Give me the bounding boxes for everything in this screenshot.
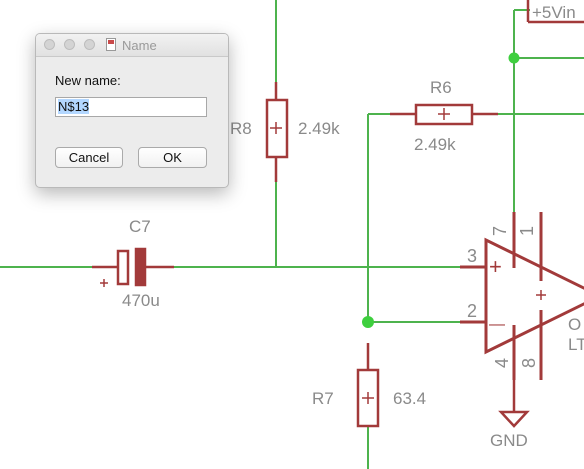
gnd-label: GND [490, 431, 528, 450]
dialog-titlebar[interactable]: Name [36, 34, 228, 57]
resistor-r8[interactable] [265, 82, 289, 182]
opamp-pin-3: 3 [467, 246, 477, 266]
opamp-minus-sign: — [489, 316, 505, 333]
opamp-pin-8: 8 [519, 358, 539, 368]
r8-value-label: 2.49k [298, 119, 340, 138]
junction-power[interactable] [508, 52, 520, 64]
capacitor-c7[interactable] [92, 247, 174, 287]
r6-value-label: 2.49k [414, 135, 456, 154]
new-name-input[interactable]: N$13 [55, 97, 207, 117]
resistor-r7[interactable] [356, 343, 380, 428]
r6-name-label: R6 [430, 78, 452, 97]
opamp-plus-sign: + [489, 254, 502, 279]
c7-name-label: C7 [129, 217, 151, 236]
r7-name-label: R7 [312, 389, 334, 408]
new-name-label: New name: [55, 73, 121, 88]
opamp-label-lt: LT [568, 335, 584, 354]
c7-value-label: 470u [122, 291, 160, 310]
r7-value-label: 63.4 [393, 389, 426, 408]
power-label: +5Vin [532, 3, 576, 22]
gnd-symbol[interactable] [498, 380, 530, 428]
opamp-pin-7: 7 [490, 226, 510, 236]
zoom-window-button[interactable] [84, 39, 95, 50]
junction-inverting[interactable] [362, 316, 374, 328]
opamp-pin-2: 2 [467, 301, 477, 321]
resistor-r6[interactable] [390, 103, 498, 126]
cancel-button[interactable]: Cancel [55, 147, 123, 168]
r8-name-label: R8 [230, 119, 252, 138]
rename-dialog[interactable]: Name New name: N$13 Cancel OK [35, 33, 229, 188]
ok-button[interactable]: OK [138, 147, 207, 168]
opamp-pin-1: 1 [517, 226, 537, 236]
opamp-pin-4: 4 [492, 358, 512, 368]
opamp-center-cross [536, 290, 546, 300]
selected-name-text: N$13 [58, 99, 90, 114]
dialog-title: Name [122, 38, 157, 53]
opamp-label-o: O [568, 315, 581, 334]
close-window-button[interactable] [44, 39, 55, 50]
document-icon [106, 38, 116, 51]
opamp[interactable] [460, 212, 584, 380]
minimize-window-button[interactable] [64, 39, 75, 50]
